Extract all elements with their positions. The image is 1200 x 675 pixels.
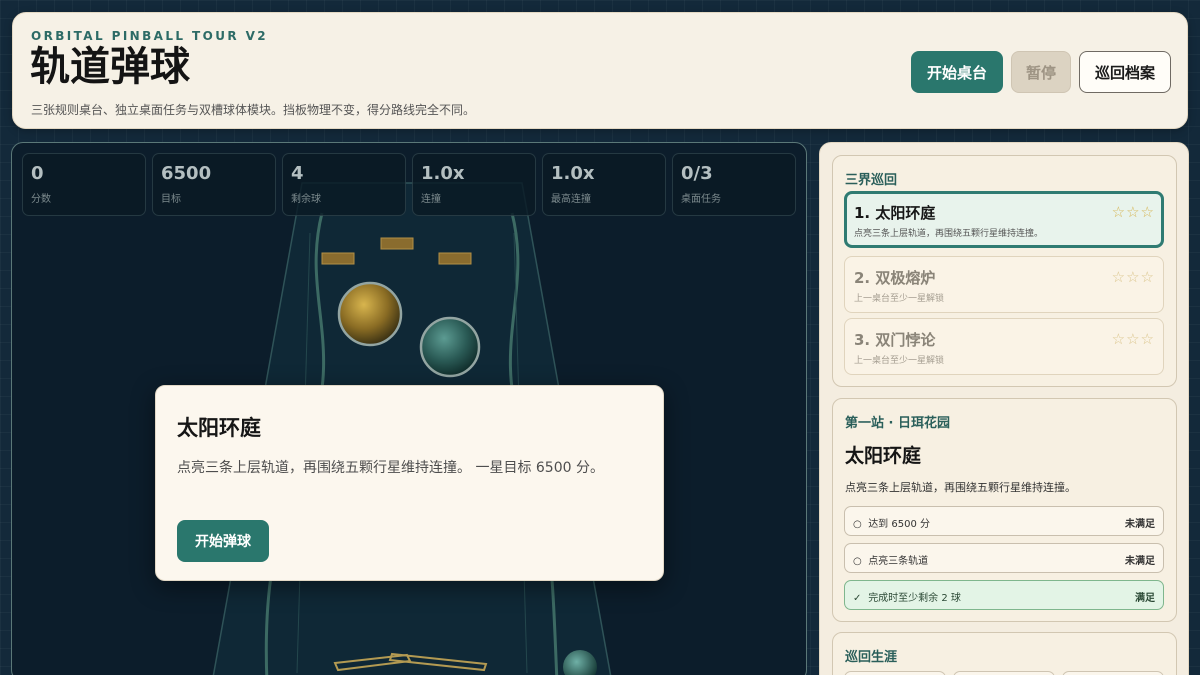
tour-item-desc: 上一桌台至少一星解锁 (854, 356, 945, 366)
star-rating-icon: ☆☆☆ (1111, 268, 1155, 286)
tour-item-twin-gate[interactable]: 3. 双门悖论 上一桌台至少一星解锁 ☆☆☆ (844, 318, 1164, 375)
stat-score: 0 分数 (22, 153, 146, 216)
tour-card: 三界巡回 1. 太阳环庭 点亮三条上层轨道，再围绕五颗行星维持连撞。 ☆☆☆ 2… (832, 155, 1177, 387)
stat-label: 最高连撞 (551, 193, 591, 205)
tour-item-name: 3. 双门悖论 (854, 331, 936, 349)
career-slot (953, 671, 1055, 675)
task-status: 未满足 (1125, 519, 1155, 530)
stat-table-tasks: 0/3 桌面任务 (672, 153, 796, 216)
task-label: 点亮三条轨道 (868, 556, 929, 567)
stat-value: 0/3 (681, 163, 713, 184)
header: ORBITAL PINBALL TOUR V2 轨道弹球 三张规则桌台、独立桌面… (12, 12, 1188, 129)
tour-item-solar-court[interactable]: 1. 太阳环庭 点亮三条上层轨道，再围绕五颗行星维持连撞。 ☆☆☆ (844, 191, 1164, 248)
task-item: ○ 点亮三条轨道 未满足 (844, 543, 1164, 573)
circle-icon: ○ (853, 519, 862, 530)
lane-target-3 (438, 252, 472, 265)
start-pinball-button[interactable]: 开始弹球 (177, 520, 269, 562)
circle-icon: ○ (853, 556, 862, 567)
pause-button[interactable]: 暂停 (1011, 51, 1071, 93)
page-title: 轨道弹球 (30, 44, 190, 90)
stat-label: 桌面任务 (681, 193, 721, 205)
stat-value: 1.0x (421, 163, 465, 184)
task-label: 达到 6500 分 (868, 519, 930, 530)
stat-value: 4 (291, 163, 304, 184)
stat-balls-left: 4 剩余球 (282, 153, 406, 216)
stat-value: 0 (31, 163, 44, 184)
task-item: ○ 达到 6500 分 未满足 (844, 506, 1164, 536)
stage-name: 太阳环庭 (845, 445, 922, 467)
stage-card: 第一站 · 日珥花园 太阳环庭 点亮三条上层轨道，再围绕五颗行星维持连撞。 ○ … (832, 398, 1177, 622)
star-rating-icon: ☆☆☆ (1111, 203, 1155, 221)
career-slot (1062, 671, 1164, 675)
career-title: 巡回生涯 (845, 650, 898, 665)
table-intro-modal: 太阳环庭 点亮三条上层轨道，再围绕五颗行星维持连撞。 一星目标 6500 分。 … (155, 385, 664, 581)
teal-bumper (419, 316, 481, 378)
modal-description: 点亮三条上层轨道，再围绕五颗行星维持连撞。 一星目标 6500 分。 (177, 460, 604, 476)
page-subtitle: 三张规则桌台、独立桌面任务与双槽球体模块。挡板物理不变，得分路线完全不同。 (31, 103, 476, 117)
stat-label: 连撞 (421, 193, 441, 205)
tour-item-desc: 点亮三条上层轨道，再围绕五颗行星维持连撞。 (854, 229, 1044, 239)
task-label: 完成时至少剩余 2 球 (868, 593, 961, 604)
tour-title: 三界巡回 (845, 173, 898, 188)
stat-label: 剩余球 (291, 193, 321, 205)
app-eyebrow: ORBITAL PINBALL TOUR V2 (31, 29, 269, 43)
stat-value: 6500 (161, 163, 212, 184)
stage-title: 第一站 · 日珥花园 (845, 416, 950, 431)
task-item: ✓ 完成时至少剩余 2 球 满足 (844, 580, 1164, 610)
lane-target-2 (380, 237, 414, 250)
stat-label: 分数 (31, 193, 51, 205)
stage-description: 点亮三条上层轨道，再围绕五颗行星维持连撞。 (845, 481, 1076, 494)
tour-archive-button[interactable]: 巡回档案 (1079, 51, 1171, 93)
career-slot (844, 671, 946, 675)
sidebar: 三界巡回 1. 太阳环庭 点亮三条上层轨道，再围绕五颗行星维持连撞。 ☆☆☆ 2… (819, 142, 1189, 675)
tour-item-desc: 上一桌台至少一星解锁 (854, 294, 945, 304)
lane-target-1 (321, 252, 355, 265)
stat-label: 目标 (161, 193, 181, 205)
task-status: 未满足 (1125, 556, 1155, 567)
task-status: 满足 (1135, 593, 1155, 604)
stat-value: 1.0x (551, 163, 595, 184)
check-icon: ✓ (853, 593, 862, 604)
tour-item-name: 2. 双极熔炉 (854, 269, 936, 287)
start-table-button[interactable]: 开始桌台 (911, 51, 1003, 93)
tour-item-dual-forge[interactable]: 2. 双极熔炉 上一桌台至少一星解锁 ☆☆☆ (844, 256, 1164, 313)
gold-bumper (337, 281, 403, 347)
stat-combo: 1.0x 连撞 (412, 153, 536, 216)
stat-target: 6500 目标 (152, 153, 276, 216)
star-rating-icon: ☆☆☆ (1111, 330, 1155, 348)
game-panel[interactable]: 0 分数 6500 目标 4 剩余球 1.0x 连撞 1.0x 最高连撞 0/3… (11, 142, 807, 675)
career-card: 巡回生涯 (832, 632, 1177, 675)
modal-title: 太阳环庭 (177, 416, 261, 440)
tour-item-name: 1. 太阳环庭 (854, 204, 936, 222)
stats-bar: 0 分数 6500 目标 4 剩余球 1.0x 连撞 1.0x 最高连撞 0/3… (22, 153, 796, 216)
stat-max-combo: 1.0x 最高连撞 (542, 153, 666, 216)
